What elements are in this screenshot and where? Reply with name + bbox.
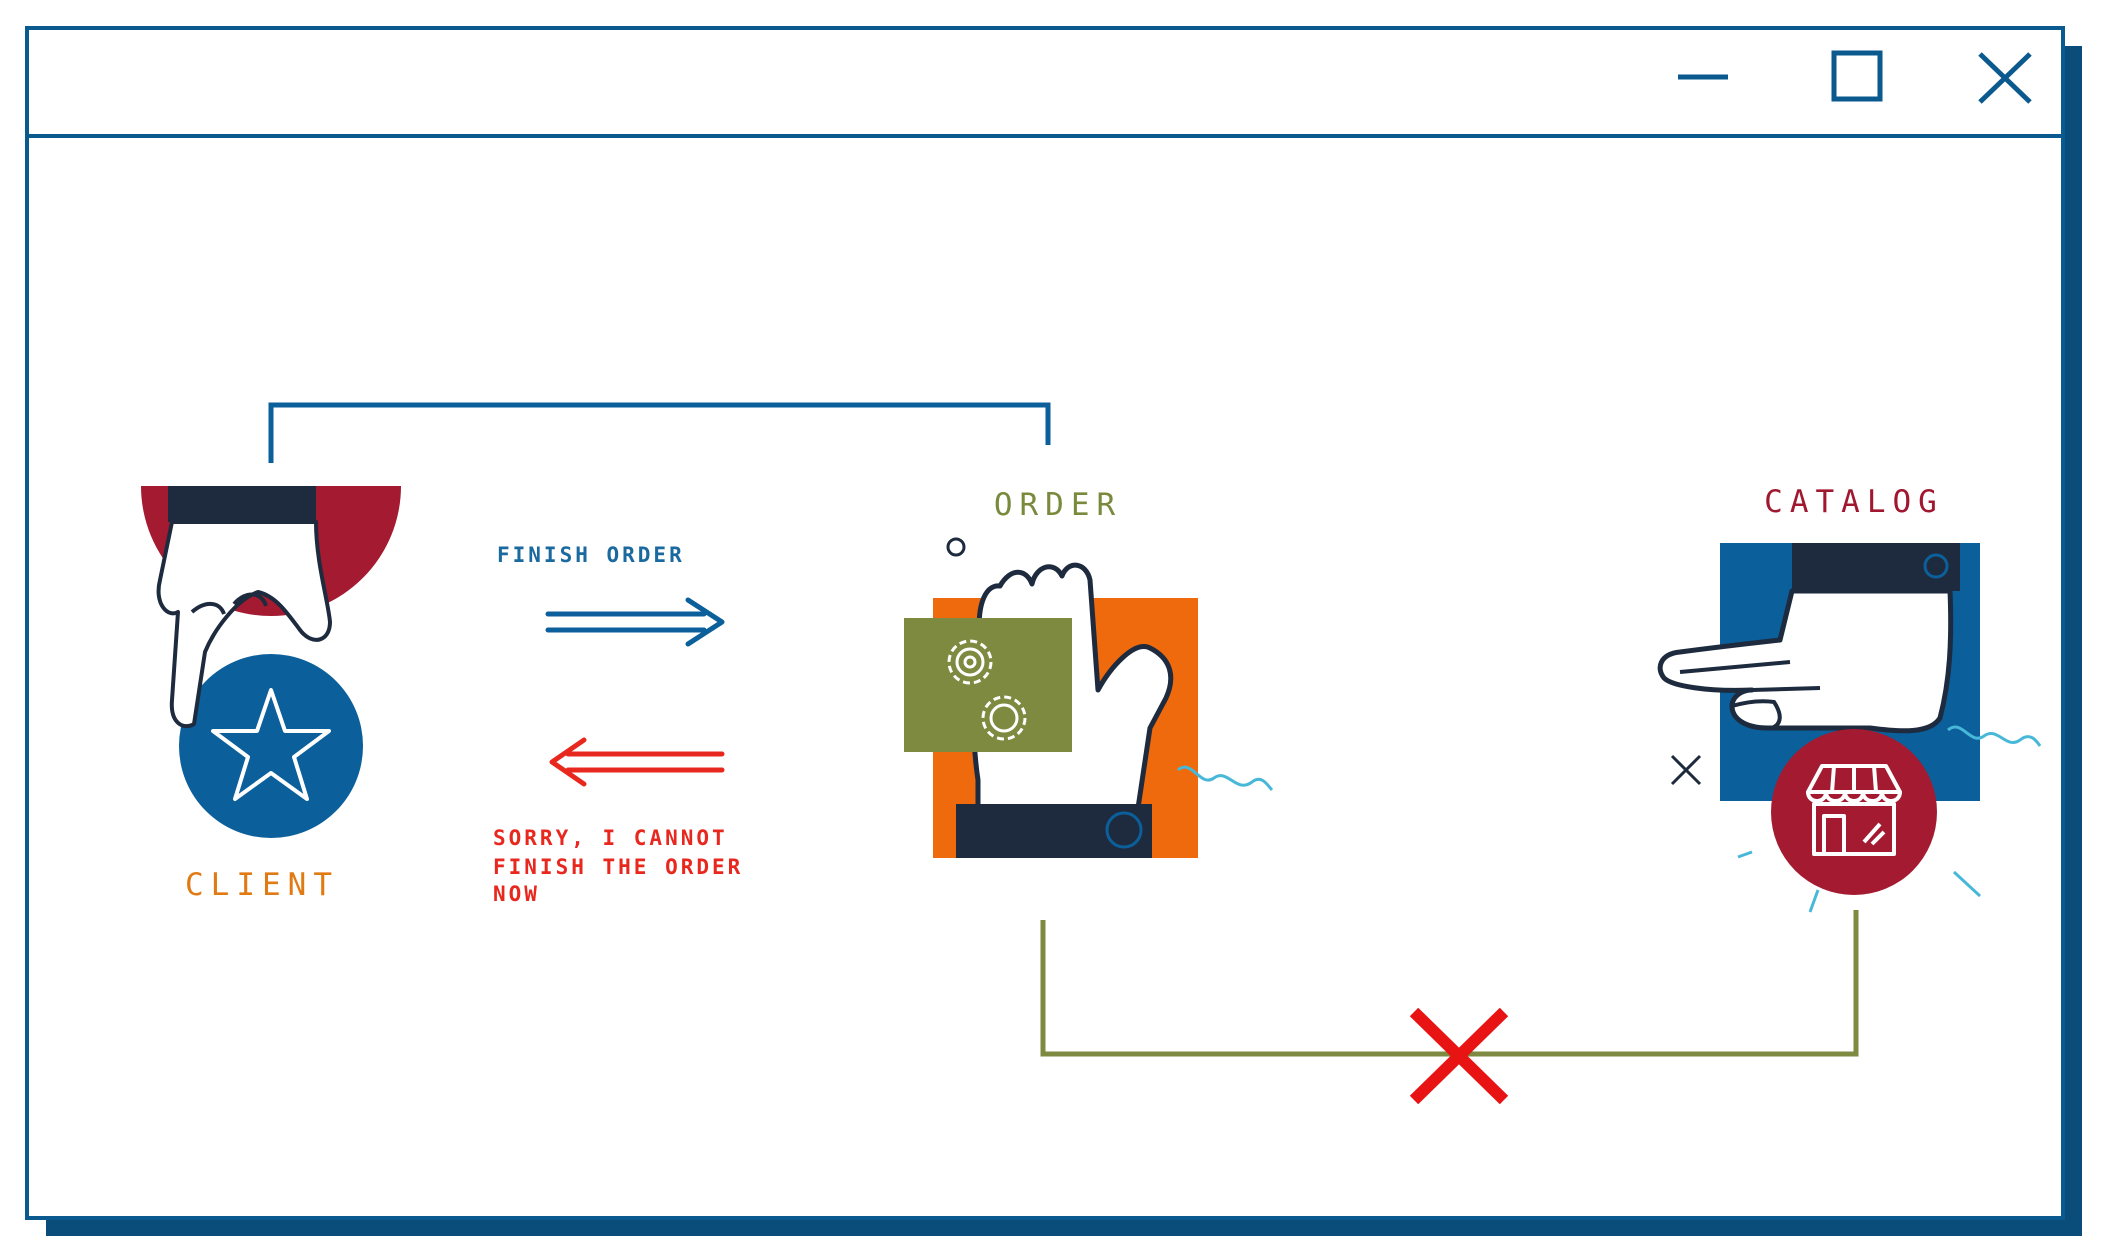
diagram-canvas: CLIENT FINISH ORDER SORRY, I CANNOT FINI… <box>25 26 2082 1236</box>
response-line: SORRY, I CANNOT <box>493 826 728 850</box>
minimize-icon[interactable] <box>1672 55 1732 105</box>
response-line: FINISH THE ORDER <box>493 855 743 879</box>
catalog-badge <box>1771 729 1937 895</box>
request-message: FINISH ORDER <box>497 543 685 567</box>
close-icon[interactable] <box>1978 52 2032 104</box>
catalog-label: CATALOG <box>1764 484 1944 520</box>
response-line: NOW <box>493 882 540 906</box>
client-badge <box>179 654 363 838</box>
client-label: CLIENT <box>185 867 339 903</box>
order-label: ORDER <box>994 487 1122 523</box>
